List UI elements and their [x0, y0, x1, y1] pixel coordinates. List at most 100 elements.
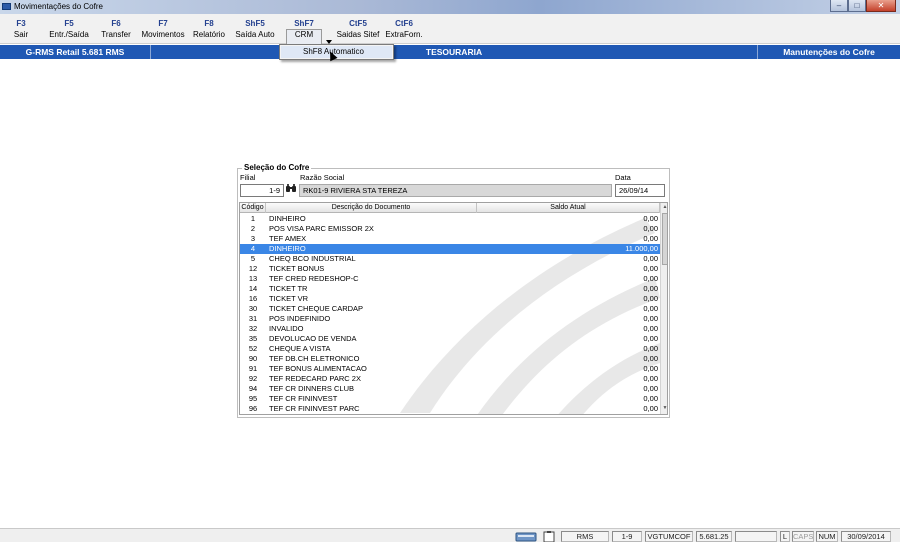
- cell-codigo: 12: [248, 264, 258, 273]
- cell-descricao: DEVOLUCAO DE VENDA: [269, 334, 357, 343]
- cell-codigo: 95: [248, 394, 258, 403]
- window-title: Movimentações do Cofre: [14, 2, 103, 11]
- cell-descricao: TEF BONUS ALIMENTACAO: [269, 364, 367, 373]
- keyboard-icon: [515, 532, 537, 542]
- maximize-icon[interactable]: □: [848, 0, 866, 12]
- column-header-descricao[interactable]: Descrição do Documento: [266, 203, 477, 213]
- table-row[interactable]: 4 DINHEIRO 11.000,00: [240, 244, 660, 254]
- scroll-thumb[interactable]: [662, 213, 667, 265]
- title-bar: Movimentações do Cofre – □ ✕: [0, 0, 900, 14]
- cell-saldo: 0,00: [643, 234, 658, 243]
- filial-label: Filial: [240, 173, 256, 182]
- extraforn-button[interactable]: CtF6 ExtraForn.: [384, 19, 424, 40]
- status-program: VGTUMCOF: [645, 531, 693, 542]
- documents-table: Código Descrição do Documento Saldo Atua…: [239, 202, 668, 415]
- table-row[interactable]: 1 DINHEIRO 0,00: [240, 214, 660, 224]
- window-controls: – □ ✕: [830, 0, 896, 13]
- toolbar-key: CtF5: [349, 19, 367, 28]
- cell-saldo: 0,00: [643, 214, 658, 223]
- transfer-button[interactable]: F6 Transfer: [100, 19, 132, 40]
- relatorio-button[interactable]: F8 Relatório: [191, 19, 227, 40]
- binoculars-icon[interactable]: [285, 183, 297, 193]
- entrada-saida-button[interactable]: F5 Entr./Saída: [48, 19, 90, 40]
- cell-saldo: 0,00: [643, 314, 658, 323]
- table-row[interactable]: 16 TICKET VR 0,00: [240, 294, 660, 304]
- cell-descricao: TEF AMEX: [269, 234, 307, 243]
- cofre-selection-group: Seleção do Cofre Filial 1-9 Razão Social…: [237, 163, 670, 418]
- module-name: TESOURARIA: [425, 47, 483, 57]
- crm-button[interactable]: ShF7 CRM: [286, 19, 322, 40]
- vertical-scrollbar[interactable]: ▲ ▼: [660, 203, 667, 414]
- table-row[interactable]: 52 CHEQUE A VISTA 0,00: [240, 344, 660, 354]
- toolbar-key: F3: [16, 19, 26, 28]
- column-header-saldo[interactable]: Saldo Atual: [477, 203, 660, 213]
- table-row[interactable]: 95 TEF CR FININVEST 0,00: [240, 394, 660, 404]
- cell-descricao: DINHEIRO: [269, 214, 306, 223]
- cell-saldo: 0,00: [643, 374, 658, 383]
- table-row[interactable]: 12 TICKET BONUS 0,00: [240, 264, 660, 274]
- cell-descricao: TEF REDECARD PARC 2X: [269, 374, 361, 383]
- table-row[interactable]: 14 TICKET TR 0,00: [240, 284, 660, 294]
- table-row[interactable]: 30 TICKET CHEQUE CARDAP 0,00: [240, 304, 660, 314]
- table-row[interactable]: 90 TEF DB.CH ELETRONICO 0,00: [240, 354, 660, 364]
- table-row[interactable]: 31 POS INDEFINIDO 0,00: [240, 314, 660, 324]
- cell-codigo: 96: [248, 404, 258, 413]
- sair-button[interactable]: F3 Sair: [10, 19, 32, 40]
- table-row[interactable]: 32 INVALIDO 0,00: [240, 324, 660, 334]
- toolbar-key: F6: [111, 19, 121, 28]
- scroll-up-icon[interactable]: ▲: [662, 204, 667, 212]
- status-empty: [735, 531, 777, 542]
- group-title: Seleção do Cofre: [242, 163, 312, 172]
- table-row[interactable]: 3 TEF AMEX 0,00: [240, 234, 660, 244]
- cell-codigo: 90: [248, 354, 258, 363]
- cell-codigo: 92: [248, 374, 258, 383]
- cell-descricao: TICKET VR: [269, 294, 309, 303]
- cell-descricao: TEF CR DINNERS CLUB: [269, 384, 355, 393]
- cell-saldo: 11.000,00: [625, 244, 658, 253]
- cell-codigo: 14: [248, 284, 258, 293]
- table-row[interactable]: 2 POS VISA PARC EMISSOR 2X 0,00: [240, 224, 660, 234]
- table-row[interactable]: 5 CHEQ BCO INDUSTRIAL 0,00: [240, 254, 660, 264]
- table-row[interactable]: 91 TEF BONUS ALIMENTACAO 0,00: [240, 364, 660, 374]
- movimentos-button[interactable]: F7 Movimentos: [140, 19, 186, 40]
- data-field[interactable]: 26/09/14: [615, 184, 665, 197]
- saidas-sitef-button[interactable]: CtF5 Saidas Sitef: [336, 19, 380, 40]
- cell-codigo: 4: [250, 244, 256, 253]
- filial-field[interactable]: 1-9: [240, 184, 284, 197]
- toolbar-label: Movimentos: [141, 30, 185, 39]
- minimize-icon[interactable]: –: [830, 0, 848, 12]
- close-icon[interactable]: ✕: [866, 0, 896, 12]
- table-row[interactable]: 92 TEF REDECARD PARC 2X 0,00: [240, 374, 660, 384]
- toolbar-key: F5: [64, 19, 74, 28]
- column-header-codigo[interactable]: Código: [240, 203, 266, 213]
- cell-descricao: POS INDEFINIDO: [269, 314, 331, 323]
- saida-auto-button[interactable]: ShF5 Saída Auto: [234, 19, 276, 40]
- cell-saldo: 0,00: [643, 224, 658, 233]
- cell-saldo: 0,00: [643, 324, 658, 333]
- cell-saldo: 0,00: [643, 354, 658, 363]
- data-label: Data: [615, 173, 631, 182]
- scroll-down-icon[interactable]: ▼: [662, 405, 667, 413]
- cell-codigo: 32: [248, 324, 258, 333]
- table-row[interactable]: 94 TEF CR DINNERS CLUB 0,00: [240, 384, 660, 394]
- razao-social-field: RK01-9 RIVIERA STA TEREZA: [299, 184, 612, 197]
- table-row[interactable]: 96 TEF CR FININVEST PARC 0,00: [240, 404, 660, 414]
- table-row[interactable]: 35 DEVOLUCAO DE VENDA 0,00: [240, 334, 660, 344]
- table-row[interactable]: 13 TEF CRED REDESHOP-C 0,00: [240, 274, 660, 284]
- cell-codigo: 91: [248, 364, 258, 373]
- screen-name: Manutenções do Cofre: [783, 47, 875, 57]
- toolbar-label: Entr./Saída: [49, 30, 89, 39]
- toolbar-label: Transfer: [101, 30, 131, 39]
- status-bar: RMS 1-9 VGTUMCOF 5.681.25 L CAPS NUM 30/…: [0, 528, 900, 542]
- cell-saldo: 0,00: [643, 264, 658, 273]
- cell-saldo: 0,00: [643, 304, 658, 313]
- toolbar-label: ExtraForn.: [385, 30, 423, 39]
- toolbar-key: CtF6: [395, 19, 413, 28]
- status-date: 30/09/2014: [841, 531, 891, 542]
- cell-descricao: TICKET CHEQUE CARDAP: [269, 304, 364, 313]
- cell-saldo: 0,00: [643, 344, 658, 353]
- toolbar-label: CRM: [294, 30, 314, 39]
- system-name: G-RMS Retail 5.681 RMS: [25, 47, 125, 57]
- cell-descricao: INVALIDO: [269, 324, 304, 333]
- table-header: Código Descrição do Documento Saldo Atua…: [240, 203, 660, 213]
